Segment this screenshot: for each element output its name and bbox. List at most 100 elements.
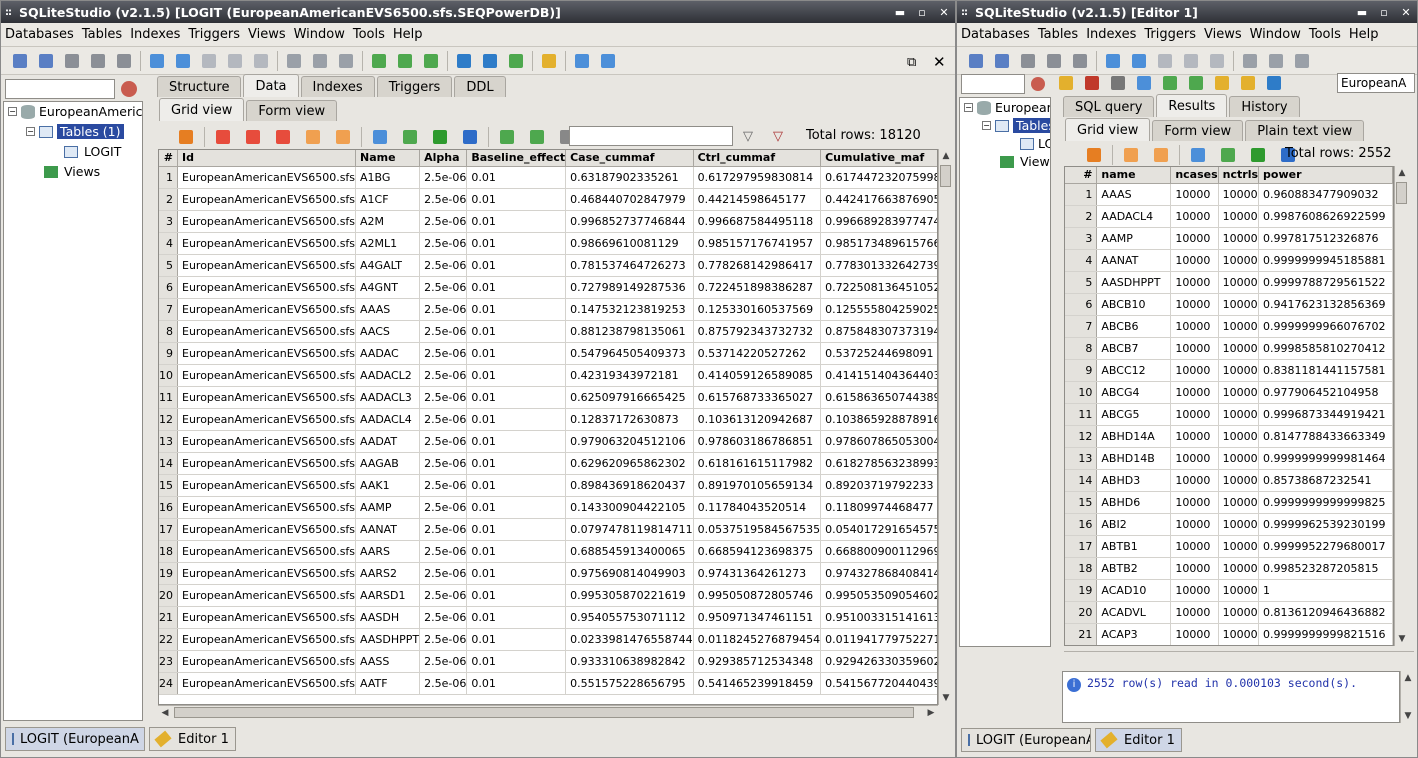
- table-cell[interactable]: 2.5e-06: [419, 210, 468, 233]
- table-cell[interactable]: 0.995305870221619: [565, 584, 694, 607]
- filter-clear-icon[interactable]: ▽: [773, 129, 783, 144]
- table-cell[interactable]: EuropeanAmericanEVS6500.sfs: [177, 606, 357, 629]
- table-cell[interactable]: 0.541465239918459: [693, 672, 822, 695]
- expand-icon[interactable]: −: [964, 103, 973, 112]
- toolbar-button[interactable]: [111, 49, 137, 73]
- menu-databases[interactable]: Databases: [1, 27, 78, 42]
- toolbar-button[interactable]: [1157, 71, 1183, 95]
- table-cell[interactable]: 10000: [1218, 183, 1260, 206]
- toolbar-button[interactable]: [1100, 49, 1126, 73]
- column-header[interactable]: Case_cummaf: [565, 150, 694, 167]
- table-row[interactable]: 10 EuropeanAmericanEVS6500.sfs AADACL2 2.5e…: [159, 364, 937, 387]
- table-cell[interactable]: AASS: [355, 650, 421, 673]
- filter-clear-icon[interactable]: [121, 81, 137, 97]
- toolbar-button[interactable]: [333, 49, 359, 73]
- toolbar-button[interactable]: [392, 49, 418, 73]
- table-cell[interactable]: 0.668594123698375: [693, 540, 822, 563]
- task-editor-button[interactable]: Editor 1: [149, 727, 236, 751]
- table-cell[interactable]: 0.44214598645177: [693, 188, 822, 211]
- table-cell[interactable]: 0.615768733365027: [693, 386, 822, 409]
- table-cell[interactable]: EuropeanAmericanEVS6500.sfs: [177, 496, 357, 519]
- toolbar-button[interactable]: [1105, 71, 1131, 95]
- menu-triggers[interactable]: Triggers: [1140, 27, 1200, 42]
- table-cell[interactable]: 0.996687584495118: [693, 210, 822, 233]
- expand-icon[interactable]: −: [982, 121, 991, 130]
- db-filter-input[interactable]: [5, 79, 115, 99]
- grid-toolbar-button[interactable]: [365, 125, 395, 149]
- scroll-left-icon[interactable]: ◀: [158, 706, 172, 720]
- table-cell[interactable]: 0.996852737746844: [565, 210, 694, 233]
- table-cell[interactable]: 0.875792343732732: [693, 320, 822, 343]
- table-cell[interactable]: 0.722508136451052: [820, 276, 937, 299]
- table-cell[interactable]: 0.01: [466, 562, 567, 585]
- table-row[interactable]: 6 EuropeanAmericanEVS6500.sfs A4GNT 2.5e-06…: [159, 276, 937, 299]
- table-cell[interactable]: 0.147532123819253: [565, 298, 694, 321]
- table-cell[interactable]: ABHD6: [1096, 491, 1172, 514]
- column-header[interactable]: #: [159, 150, 178, 167]
- table-cell[interactable]: EuropeanAmericanEVS6500.sfs: [177, 320, 357, 343]
- table-cell[interactable]: 0.722451898386287: [693, 276, 822, 299]
- tree-views-node[interactable]: Views: [1000, 154, 1050, 169]
- table-cell[interactable]: 0.985157176741957: [693, 232, 822, 255]
- table-cell[interactable]: 0.998523287205815: [1258, 557, 1393, 580]
- table-cell[interactable]: EuropeanAmericanEVS6500.sfs: [177, 276, 357, 299]
- toolbar-button[interactable]: [1079, 71, 1105, 95]
- table-cell[interactable]: 0.011941779752271: [820, 628, 937, 651]
- table-cell[interactable]: EuropeanAmericanEVS6500.sfs: [177, 562, 357, 585]
- table-cell[interactable]: 0.01: [466, 210, 567, 233]
- column-header[interactable]: Name: [355, 150, 421, 167]
- table-cell[interactable]: 0.541567720440439: [820, 672, 937, 695]
- table-cell[interactable]: EuropeanAmericanEVS6500.sfs: [177, 540, 357, 563]
- table-row[interactable]: 22ACER210000100000.8498899140003979: [1065, 645, 1393, 646]
- grid-toolbar-button[interactable]: [328, 125, 358, 149]
- table-cell[interactable]: 0.9999999966076702: [1258, 315, 1393, 338]
- database-combo[interactable]: EuropeanA: [1337, 73, 1415, 93]
- toolbar-button[interactable]: [1126, 49, 1152, 73]
- toolbar-button[interactable]: [1015, 49, 1041, 73]
- tab-form-view[interactable]: Form view: [1152, 120, 1244, 141]
- table-cell[interactable]: 0.01: [466, 606, 567, 629]
- table-cell[interactable]: 0.688545913400065: [565, 540, 694, 563]
- scroll-up-icon[interactable]: ▲: [1395, 166, 1409, 180]
- table-cell[interactable]: 0.618278563238993: [820, 452, 937, 475]
- table-cell[interactable]: 10000: [1218, 469, 1260, 492]
- table-cell[interactable]: 0.85738687232541: [1258, 469, 1393, 492]
- grid-toolbar-button[interactable]: [395, 125, 425, 149]
- table-cell[interactable]: AADACL2: [355, 364, 421, 387]
- table-cell[interactable]: 0.891970105659134: [693, 474, 822, 497]
- table-cell[interactable]: 0.414059126589085: [693, 364, 822, 387]
- table-cell[interactable]: 0.781537464726273: [565, 254, 694, 277]
- toolbar-button[interactable]: [1152, 49, 1178, 73]
- table-row[interactable]: 13 EuropeanAmericanEVS6500.sfs AADAT 2.5e-0…: [159, 430, 937, 453]
- toolbar-button[interactable]: [1209, 71, 1235, 95]
- tab-history[interactable]: History: [1229, 96, 1300, 117]
- table-cell[interactable]: 0.778268142986417: [693, 254, 822, 277]
- toolbar-button[interactable]: [1131, 71, 1157, 95]
- menu-indexes[interactable]: Indexes: [1082, 27, 1140, 42]
- toolbar-button[interactable]: [595, 49, 621, 73]
- tree-db-node[interactable]: − EuropeanAmeric: [8, 104, 142, 119]
- column-header[interactable]: Baseline_effect: [466, 150, 567, 167]
- left-grid-vscroll[interactable]: ▲ ▼: [938, 149, 952, 705]
- table-cell[interactable]: ABHD3: [1096, 469, 1172, 492]
- toolbar-button[interactable]: [248, 49, 274, 73]
- column-header[interactable]: nctrls: [1218, 167, 1260, 184]
- table-cell[interactable]: 0.996689283977474: [820, 210, 937, 233]
- table-row[interactable]: 18 ABTB2 10000 10000 0.998523287205815: [1065, 557, 1393, 580]
- table-cell[interactable]: AADAC: [355, 342, 421, 365]
- expand-icon[interactable]: −: [26, 127, 35, 136]
- tab-triggers[interactable]: Triggers: [376, 76, 453, 97]
- table-cell[interactable]: 0.995050872805746: [693, 584, 822, 607]
- table-cell[interactable]: ABTB1: [1096, 535, 1172, 558]
- menu-window[interactable]: Window: [290, 27, 349, 42]
- table-cell[interactable]: 10000: [1170, 601, 1219, 624]
- grid-toolbar-button[interactable]: [238, 125, 268, 149]
- tab-grid-view[interactable]: Grid view: [159, 98, 245, 121]
- menu-tools[interactable]: Tools: [1305, 27, 1345, 42]
- toolbar-button[interactable]: [451, 49, 477, 73]
- task-editor-button[interactable]: Editor 1: [1095, 728, 1182, 752]
- menu-databases[interactable]: Databases: [957, 27, 1034, 42]
- table-row[interactable]: 16 EuropeanAmericanEVS6500.sfs AAMP 2.5e-06…: [159, 496, 937, 519]
- table-cell[interactable]: 10000: [1171, 645, 1218, 646]
- table-cell[interactable]: 0.53725244698091: [820, 342, 937, 365]
